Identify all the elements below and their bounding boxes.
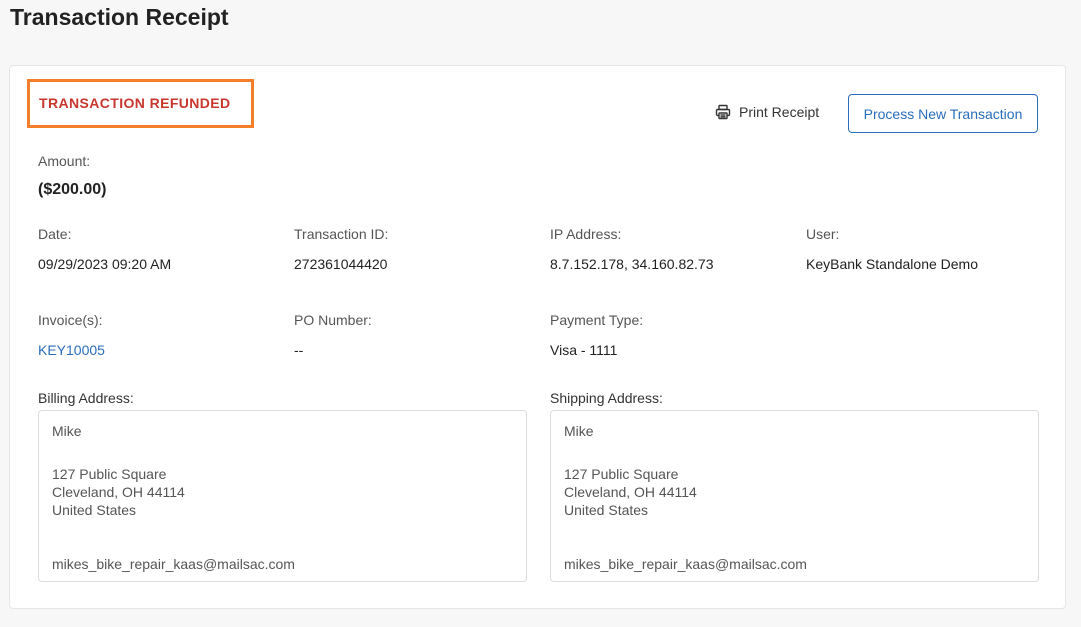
date-value: 09/29/2023 09:20 AM	[38, 256, 172, 272]
shipping-city-line: Cleveland, OH 44114	[564, 484, 697, 500]
po-number-value: --	[294, 342, 304, 358]
amount-value: ($200.00)	[38, 181, 107, 198]
page-title: Transaction Receipt	[10, 4, 229, 30]
billing-address-label: Billing Address:	[38, 390, 134, 406]
printer-icon	[715, 104, 731, 120]
shipping-address-label: Shipping Address:	[550, 390, 663, 406]
po-number-label: PO Number:	[294, 312, 372, 328]
shipping-email-link[interactable]: mikes_bike_repair_kaas@mailsac.com	[564, 556, 807, 572]
billing-email-link[interactable]: mikes_bike_repair_kaas@mailsac.com	[52, 556, 295, 572]
date-label: Date:	[38, 226, 72, 242]
user-value: KeyBank Standalone Demo	[806, 256, 978, 272]
status-text: TRANSACTION REFUNDED	[39, 95, 231, 111]
print-receipt-label: Print Receipt	[739, 104, 820, 120]
ip-address-label: IP Address:	[550, 226, 622, 242]
print-receipt-button[interactable]: Print Receipt	[715, 104, 819, 120]
billing-city-line: Cleveland, OH 44114	[52, 484, 185, 500]
invoice-link[interactable]: KEY10005	[38, 342, 105, 358]
billing-address-box: Mike 127 Public Square Cleveland, OH 441…	[38, 410, 527, 582]
transaction-id-value: 272361044420	[294, 256, 388, 272]
billing-street: 127 Public Square	[52, 466, 167, 482]
status-badge: TRANSACTION REFUNDED	[27, 79, 254, 128]
invoices-label: Invoice(s):	[38, 312, 103, 328]
billing-country: United States	[52, 502, 137, 518]
payment-type-label: Payment Type:	[550, 312, 644, 328]
shipping-country: United States	[564, 502, 649, 518]
shipping-address-box: Mike 127 Public Square Cleveland, OH 441…	[550, 410, 1039, 582]
ip-address-value: 8.7.152.178, 34.160.82.73	[550, 256, 714, 272]
shipping-street: 127 Public Square	[564, 466, 679, 482]
billing-name: Mike	[52, 423, 82, 439]
user-label: User:	[806, 226, 840, 242]
receipt-card: TRANSACTION REFUNDED Print Receipt Proce…	[9, 65, 1066, 609]
process-new-transaction-button[interactable]: Process New Transaction	[848, 94, 1038, 133]
amount-label: Amount:	[38, 153, 91, 169]
transaction-id-label: Transaction ID:	[294, 226, 389, 242]
shipping-name: Mike	[564, 423, 594, 439]
payment-type-value: Visa - 1111	[550, 342, 618, 358]
